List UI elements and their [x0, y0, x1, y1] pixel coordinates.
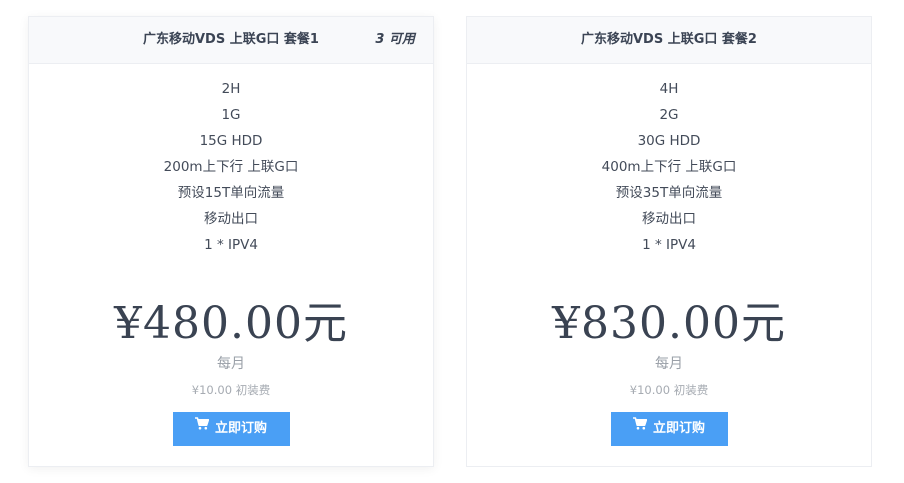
cart-icon	[194, 410, 210, 444]
feature-cpu: 4H	[659, 81, 679, 97]
package-card-1: 广东移动VDS 上联G口 套餐1 3 可用 2H 1G 15G HDD 200m…	[28, 16, 434, 467]
billing-period: 每月	[655, 356, 683, 372]
feature-exit: 移动出口	[204, 211, 258, 227]
feature-traffic: 预设15T单向流量	[177, 185, 285, 201]
price: ¥480.00元	[114, 298, 348, 349]
feature-bandwidth: 200m上下行 上联G口	[163, 159, 299, 175]
setup-fee: ¥10.00 初装费	[629, 383, 709, 397]
feature-ip: 1 * IPV4	[204, 237, 258, 253]
feature-bandwidth: 400m上下行 上联G口	[601, 159, 737, 175]
order-now-label: 立即订购	[214, 421, 267, 436]
feature-ip: 1 * IPV4	[642, 237, 696, 253]
feature-cpu: 2H	[221, 81, 241, 97]
order-now-button[interactable]: 立即订购	[172, 410, 290, 446]
feature-ram: 1G	[221, 107, 241, 123]
feature-traffic: 预设35T单向流量	[615, 185, 723, 201]
cart-icon	[632, 410, 648, 444]
billing-period: 每月	[217, 356, 245, 372]
package-title: 广东移动VDS 上联G口 套餐2	[581, 32, 757, 47]
availability-badge: 3 可用	[375, 32, 415, 47]
feature-ram: 2G	[659, 107, 679, 123]
package-header: 广东移动VDS 上联G口 套餐1 3 可用	[29, 17, 433, 64]
package-title: 广东移动VDS 上联G口 套餐1	[143, 32, 319, 47]
order-now-button[interactable]: 立即订购	[610, 410, 728, 446]
feature-disk: 15G HDD	[199, 133, 263, 149]
price: ¥830.00元	[552, 298, 786, 349]
order-now-label: 立即订购	[652, 421, 705, 436]
package-card-2: 广东移动VDS 上联G口 套餐2 4H 2G 30G HDD 400m上下行 上…	[466, 16, 872, 467]
feature-disk: 30G HDD	[637, 133, 701, 149]
feature-exit: 移动出口	[642, 211, 696, 227]
setup-fee: ¥10.00 初装费	[191, 383, 271, 397]
package-header: 广东移动VDS 上联G口 套餐2	[467, 17, 871, 64]
feature-list: 4H 2G 30G HDD 400m上下行 上联G口 预设35T单向流量 移动出…	[467, 64, 871, 258]
feature-list: 2H 1G 15G HDD 200m上下行 上联G口 预设15T单向流量 移动出…	[29, 64, 433, 258]
